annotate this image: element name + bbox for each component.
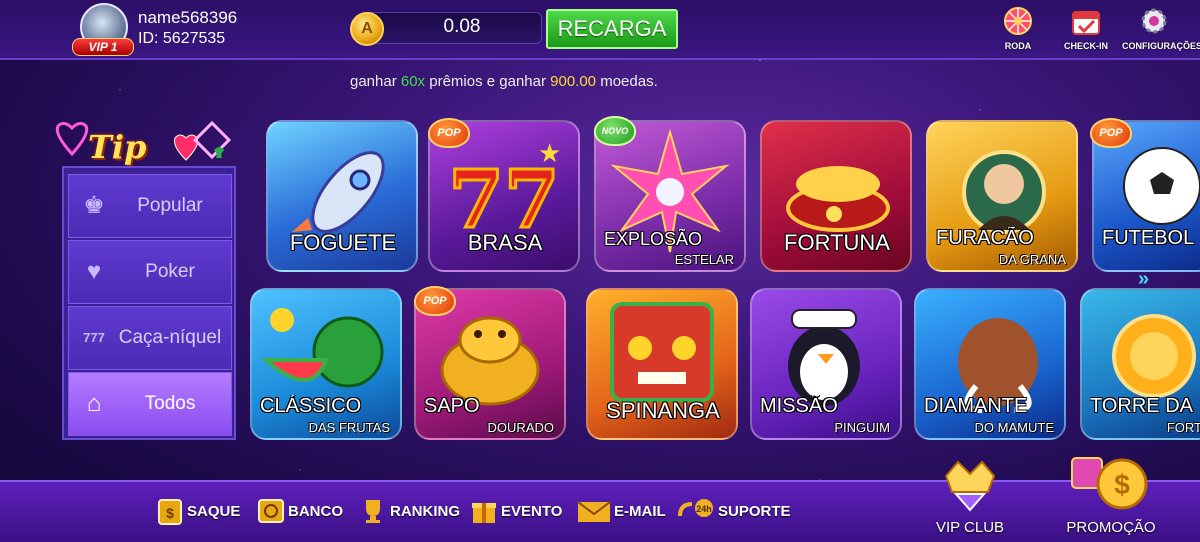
game-subtitle: DAS FRUTAS	[308, 420, 390, 435]
game-title: FURACÃO	[936, 227, 1034, 249]
game-subtitle: ESTELAR	[674, 252, 734, 267]
coin-icon: A	[350, 12, 384, 46]
category-sidebar: ♚ Popular ♥ Poker 777 Caça-níquel ⌂ Todo…	[62, 166, 236, 440]
game-title: EXPLOSÃO	[604, 229, 703, 249]
nav-label: BANCO	[288, 502, 343, 520]
nav-suporte[interactable]: 24h SUPORTE	[676, 494, 791, 528]
pop-badge: POP	[428, 118, 470, 148]
gear-icon	[1141, 8, 1167, 34]
game-card-torre-da-fortuna[interactable]: TORRE DA FORT	[1080, 288, 1200, 440]
nav-saque[interactable]: $ SAQUE	[155, 494, 240, 528]
game-subtitle: PINGUIM	[834, 420, 890, 435]
checkin-button[interactable]: CHECK-IN	[1054, 6, 1118, 51]
roda-label: RODA	[1004, 41, 1032, 51]
marquee-text-2: prêmios e ganhar	[425, 73, 551, 90]
game-card-spinanga[interactable]: SPINANGA	[586, 288, 738, 440]
crown-icon: ♚	[83, 192, 105, 219]
game-subtitle: DOURADO	[487, 420, 554, 435]
vip-club-label: VIP CLUB	[935, 519, 1005, 536]
balance-value: 0.08	[443, 16, 481, 37]
game-title: SPINANGA	[606, 398, 720, 423]
marquee-multiplier: 60x	[400, 73, 426, 90]
nav-ranking[interactable]: RANKING	[358, 494, 460, 528]
marquee-text-3: moedas.	[596, 73, 658, 90]
svg-text:$: $	[166, 505, 174, 521]
sidebar-item-slots[interactable]: 777 Caça-níquel	[68, 306, 232, 370]
game-title: FORTUNA	[784, 230, 890, 255]
svg-text:$: $	[1114, 469, 1130, 500]
game-title: SAPO	[424, 395, 480, 417]
withdraw-icon: $	[158, 499, 182, 525]
sidebar-item-label: Popular	[137, 195, 203, 216]
game-card-foguete[interactable]: FOGUETE	[266, 120, 418, 272]
poker-icon: ♥	[86, 258, 102, 285]
scroll-right-icon[interactable]: »	[1138, 268, 1149, 291]
tip-title: Tip	[88, 128, 147, 166]
game-subtitle: DO MAMUTE	[974, 420, 1054, 435]
mail-icon	[577, 501, 611, 522]
game-title: FOGUETE	[289, 230, 397, 255]
announcement-marquee: ganhar 60x prêmios e ganhar 900.00 moeda…	[350, 73, 658, 90]
nav-label: EVENTO	[501, 502, 563, 520]
trophy-icon	[366, 500, 380, 523]
sidebar-item-popular[interactable]: ♚ Popular	[68, 174, 232, 238]
sidebar-item-poker[interactable]: ♥ Poker	[68, 240, 232, 304]
game-title: CLÁSSICO	[260, 395, 362, 417]
calendar-icon	[1072, 11, 1100, 35]
checkin-label: CHECK-IN	[1064, 41, 1108, 51]
promo-coin-icon: $	[1071, 457, 1148, 510]
home-icon: ⌂	[86, 390, 102, 417]
slot-777-icon: 777	[83, 330, 105, 345]
game-title: DIAMANTE	[924, 395, 1028, 417]
svg-text:24h: 24h	[696, 504, 712, 514]
user-id: ID: 5627535	[138, 30, 226, 47]
sidebar-item-label: Todos	[144, 393, 196, 414]
game-subtitle: FORT	[1166, 420, 1200, 435]
nav-label: E-MAIL	[614, 502, 666, 520]
game-card-diamante-do-mamute[interactable]: DIAMANTE DO MAMUTE	[914, 288, 1066, 440]
settings-label: CONFIGURAÇÕES	[1122, 41, 1200, 51]
new-badge: NOVO	[594, 116, 636, 146]
nav-label: SAQUE	[187, 502, 241, 520]
promo-label: PROMOÇÃO	[1066, 519, 1156, 536]
support-24h-icon: 24h	[678, 499, 713, 517]
pop-badge: POP	[414, 286, 456, 316]
promo-button[interactable]: $ PROMOÇÃO	[1058, 450, 1164, 538]
marquee-text-1: ganhar	[350, 73, 401, 90]
game-subtitle: DA GRANA	[998, 252, 1066, 267]
game-card-classico-das-frutas[interactable]: CLÁSSICO DAS FRUTAS	[250, 288, 402, 440]
game-card-fortuna[interactable]: FORTUNA	[760, 120, 912, 272]
pop-badge: POP	[1090, 118, 1132, 148]
marquee-amount: 900.00	[550, 73, 597, 90]
wheel-icon	[1004, 7, 1032, 35]
settings-button[interactable]: CONFIGURAÇÕES	[1122, 6, 1200, 51]
game-title: TORRE DA	[1090, 395, 1193, 417]
roda-button[interactable]: RODA	[986, 6, 1050, 51]
svg-text:★: ★	[538, 138, 561, 168]
vip-level-badge: VIP 1	[72, 38, 134, 56]
nav-email[interactable]: E-MAIL	[576, 494, 666, 528]
username: name568396	[138, 8, 238, 27]
sidebar-item-label: Poker	[145, 261, 195, 282]
vip-crown-icon	[944, 460, 996, 512]
gift-icon	[472, 503, 496, 523]
game-title: FUTEBOL	[1102, 227, 1195, 249]
recharge-button[interactable]: RECARGA	[546, 9, 678, 49]
game-title: MISSÃO	[760, 395, 838, 417]
nav-label: RANKING	[390, 502, 460, 520]
game-card-missao-pinguim[interactable]: MISSÃO PINGUIM	[750, 288, 902, 440]
vip-club-button[interactable]: VIP CLUB	[920, 452, 1020, 538]
game-card-furacao-da-grana[interactable]: FURACÃO DA GRANA	[926, 120, 1078, 272]
sidebar-item-label: Caça-níquel	[118, 327, 222, 348]
game-title: BRASA	[467, 230, 543, 255]
nav-evento[interactable]: EVENTO	[469, 494, 562, 528]
nav-label: SUPORTE	[718, 502, 791, 520]
sidebar-item-all[interactable]: ⌂ Todos	[68, 372, 232, 436]
safe-icon	[258, 499, 284, 523]
nav-banco[interactable]: BANCO	[256, 494, 343, 528]
